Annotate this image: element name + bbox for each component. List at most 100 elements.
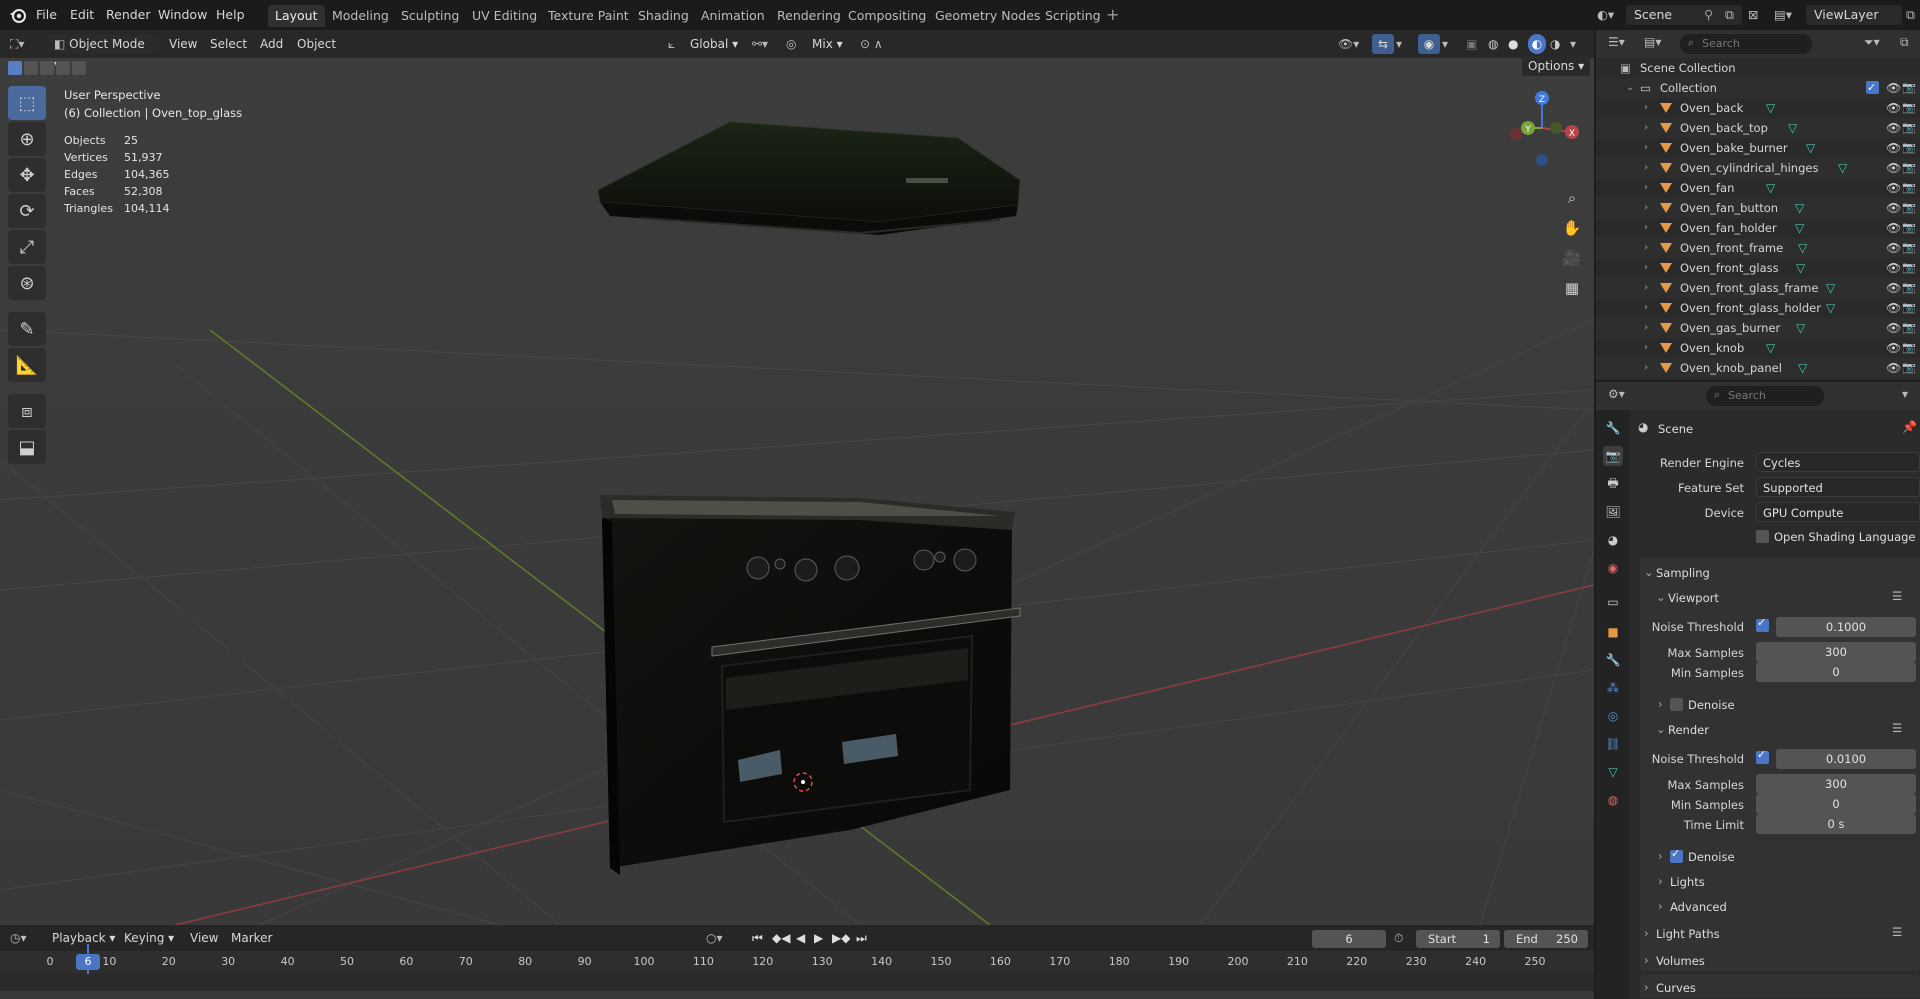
- select-new-icon[interactable]: [8, 61, 22, 75]
- r-denoise-checkbox[interactable]: [1670, 847, 1683, 863]
- menu-edit[interactable]: Edit: [70, 5, 94, 25]
- eye-icon[interactable]: 👁: [1886, 138, 1901, 158]
- preview-range-icon[interactable]: ⏱: [1394, 928, 1403, 948]
- eye-icon[interactable]: 👁: [1886, 218, 1901, 238]
- eye-icon[interactable]: 👁: [1886, 198, 1901, 218]
- transform-tool-icon[interactable]: ⊛: [8, 266, 46, 300]
- shading-dropdown-icon[interactable]: ▾: [1570, 34, 1576, 54]
- jump-start-icon[interactable]: ⏮: [752, 928, 763, 948]
- outliner-object-row[interactable]: › Oven_front_glass ▽ 👁 📷: [1596, 258, 1920, 278]
- curves-section[interactable]: Curves: [1656, 981, 1696, 995]
- expand-arrow-icon[interactable]: ›: [1644, 218, 1648, 238]
- sampling-header[interactable]: Sampling: [1656, 566, 1710, 580]
- zoom-icon[interactable]: ⌕: [1558, 184, 1586, 212]
- timeline-ruler[interactable]: 0 10 20 30 40 50 60 70 80 90 100 110 120 130 140 150 160…: [0, 951, 1594, 973]
- outliner-object-row[interactable]: › Oven_back ▽ 👁 📷: [1596, 98, 1920, 118]
- view-layer-icon[interactable]: ▤▾: [1774, 5, 1792, 25]
- tab-rendering[interactable]: Rendering: [770, 5, 848, 27]
- add-cube-tool-icon[interactable]: ⧈: [8, 394, 46, 428]
- menu-view[interactable]: View: [169, 34, 197, 54]
- camera-icon[interactable]: 📷: [1902, 138, 1916, 158]
- vp-denoise-label[interactable]: Denoise: [1688, 698, 1735, 712]
- add-workspace-icon[interactable]: +: [1106, 5, 1119, 24]
- menu-playback[interactable]: Playback ▾: [52, 928, 115, 948]
- menu-help[interactable]: Help: [216, 5, 245, 25]
- menu-render[interactable]: Render: [106, 5, 151, 25]
- select-invert-icon[interactable]: [56, 61, 70, 75]
- outliner-object-row[interactable]: › Oven_knob ▽ 👁 📷: [1596, 338, 1920, 358]
- menu-timeline-view[interactable]: View: [190, 928, 218, 948]
- eye-icon[interactable]: 👁: [1886, 318, 1901, 338]
- next-keyframe-icon[interactable]: ▶◆: [832, 928, 850, 948]
- tab-geometry-nodes[interactable]: Geometry Nodes: [928, 5, 1047, 27]
- view-layer-selector[interactable]: ViewLayer: [1806, 5, 1902, 25]
- display-mode-icon[interactable]: ▤▾: [1644, 35, 1661, 49]
- tool-tab-icon[interactable]: 🔧: [1603, 418, 1623, 438]
- move-tool-icon[interactable]: ✥: [8, 158, 46, 192]
- tab-layout[interactable]: Layout: [268, 5, 325, 27]
- menu-select[interactable]: Select: [210, 34, 247, 54]
- world-tab-icon[interactable]: ◉: [1603, 558, 1623, 578]
- r-time-field[interactable]: 0 s: [1756, 814, 1916, 834]
- curves-arrow-icon[interactable]: ›: [1644, 980, 1649, 994]
- vp-noise-checkbox[interactable]: [1756, 616, 1769, 632]
- collection-row[interactable]: ⌄ ▭ Collection 👁 📷: [1596, 78, 1920, 98]
- expand-arrow-icon[interactable]: ›: [1644, 258, 1648, 278]
- eye-icon[interactable]: 👁: [1886, 118, 1901, 138]
- modifier-tab-icon[interactable]: 🔧: [1603, 650, 1623, 670]
- overlays-toggle-icon[interactable]: ◉: [1418, 34, 1440, 54]
- feature-set-select[interactable]: Supported: [1756, 477, 1920, 497]
- data-tab-icon[interactable]: ▽: [1603, 762, 1623, 782]
- outliner-editor-icon[interactable]: ☰▾: [1608, 35, 1625, 49]
- viewport-arrow-icon[interactable]: ⌄: [1656, 590, 1666, 604]
- tab-modeling[interactable]: Modeling: [325, 5, 396, 27]
- expand-arrow-icon[interactable]: ›: [1644, 118, 1648, 138]
- tab-animation[interactable]: Animation: [694, 5, 772, 27]
- select-subtract-icon[interactable]: [40, 61, 54, 75]
- current-frame-field[interactable]: 6: [1312, 930, 1386, 948]
- camera-icon[interactable]: 📷: [1902, 358, 1916, 378]
- scene-collection-row[interactable]: ▣ Scene Collection: [1596, 58, 1920, 78]
- volumes-section[interactable]: Volumes: [1656, 954, 1705, 968]
- tab-sculpting[interactable]: Sculpting: [394, 5, 466, 27]
- properties-editor-icon[interactable]: ⚙▾: [1608, 387, 1625, 401]
- eye-icon[interactable]: 👁: [1886, 238, 1901, 258]
- eye-icon[interactable]: 👁: [1886, 258, 1901, 278]
- material-tab-icon[interactable]: ◍: [1603, 790, 1623, 810]
- scale-tool-icon[interactable]: ⤢: [8, 230, 46, 264]
- vp-denoise-checkbox[interactable]: [1670, 698, 1683, 711]
- select-intersect-icon[interactable]: [72, 61, 86, 75]
- outliner-object-row[interactable]: › Oven_knob_panel ▽ 👁 📷: [1596, 358, 1920, 378]
- select-box-tool-icon[interactable]: ⬚: [8, 86, 46, 120]
- view-layer-tab-icon[interactable]: 🖼: [1603, 502, 1623, 522]
- expand-arrow-icon[interactable]: ›: [1644, 158, 1648, 178]
- device-select[interactable]: GPU Compute: [1756, 502, 1920, 522]
- advanced-section[interactable]: Advanced: [1670, 900, 1727, 914]
- r-denoise-arrow-icon[interactable]: ›: [1658, 849, 1663, 863]
- render-arrow-icon[interactable]: ⌄: [1656, 722, 1666, 736]
- vp-denoise-arrow-icon[interactable]: ›: [1658, 697, 1663, 711]
- camera-icon[interactable]: 📷: [1902, 338, 1916, 358]
- menu-object[interactable]: Object: [297, 34, 336, 54]
- camera-icon[interactable]: 📷: [1902, 198, 1916, 218]
- outliner-object-row[interactable]: › Oven_front_glass_frame ▽ 👁 📷: [1596, 278, 1920, 298]
- new-collection-icon[interactable]: ⧉: [1900, 35, 1909, 50]
- r-max-field[interactable]: 300: [1756, 774, 1916, 794]
- rotate-tool-icon[interactable]: ⟳: [8, 194, 46, 228]
- outliner-object-row[interactable]: › Oven_back_top ▽ 👁 📷: [1596, 118, 1920, 138]
- expand-arrow-icon[interactable]: ›: [1644, 338, 1648, 358]
- expand-arrow-icon[interactable]: ›: [1644, 138, 1648, 158]
- scene-type-icon[interactable]: ◐▾: [1597, 5, 1614, 25]
- outliner-search-input[interactable]: Search: [1702, 37, 1740, 50]
- jump-end-icon[interactable]: ⏭: [856, 928, 867, 948]
- r-denoise-label[interactable]: Denoise: [1688, 850, 1735, 864]
- select-extend-icon[interactable]: [24, 61, 38, 75]
- r-noise-field[interactable]: 0.0100: [1776, 749, 1916, 769]
- outliner-search-box[interactable]: ⌕ Search: [1680, 34, 1812, 54]
- measure-tool-icon[interactable]: 📐: [8, 348, 46, 382]
- outliner-object-row[interactable]: › Oven_fan_button ▽ 👁 📷: [1596, 198, 1920, 218]
- camera-icon[interactable]: 📷: [1902, 278, 1916, 298]
- eye-icon[interactable]: 👁: [1886, 158, 1901, 178]
- tab-scripting[interactable]: Scripting: [1038, 5, 1108, 27]
- camera-icon[interactable]: 📷: [1902, 158, 1916, 178]
